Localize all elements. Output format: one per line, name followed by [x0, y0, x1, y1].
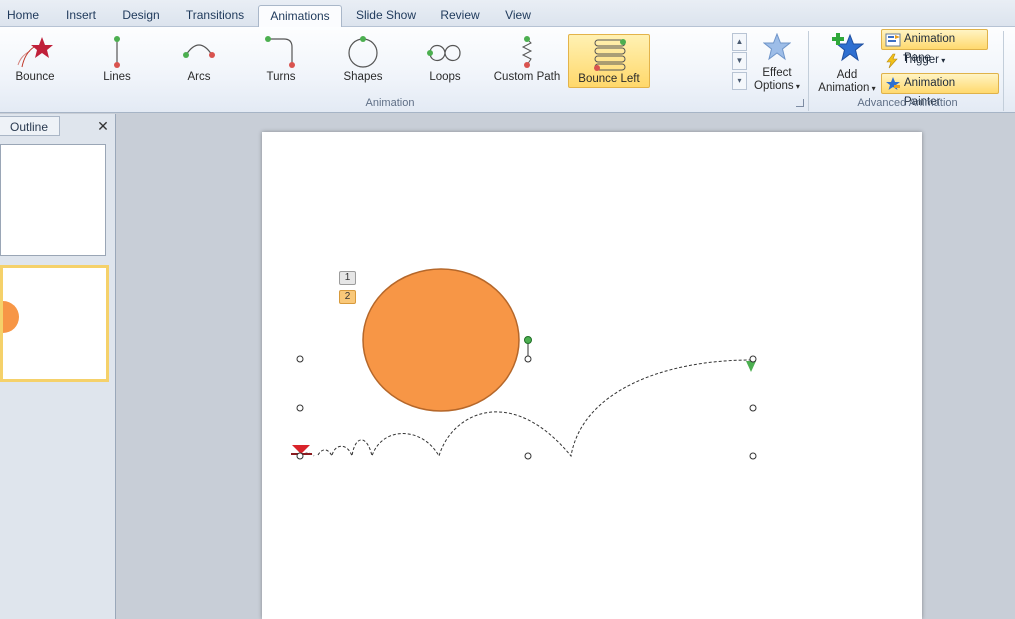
motion-path-start-marker [746, 361, 756, 372]
gallery-label-arcs: Arcs [187, 71, 211, 83]
trigger-button[interactable]: Trigger ▾ [881, 51, 961, 72]
effect-options-label-2: Options [754, 80, 794, 92]
circle-shape[interactable] [362, 268, 520, 412]
slides-outline-pane: Outline ✕ [0, 114, 116, 619]
group-label-animation: Animation [365, 97, 415, 109]
rotation-handle[interactable] [524, 336, 532, 344]
add-star-icon [832, 33, 864, 62]
add-animation-label-2-wrap: Animation ▾ [814, 82, 880, 94]
gallery-item-custom-path[interactable]: Custom Path [488, 33, 566, 87]
arcs-path-icon [183, 44, 215, 58]
effect-options-button[interactable]: Effect Options ▾ [752, 31, 802, 95]
tab-animations[interactable]: Animations [258, 5, 342, 28]
gallery-label-lines: Lines [103, 71, 131, 83]
group-label-advanced-animation: Advanced Animation [857, 97, 958, 109]
gallery-scroll-down[interactable]: ▼ [732, 52, 747, 70]
animation-pane-button[interactable]: Animation Pane [881, 29, 988, 64]
gallery-label-bounce-left: Bounce Left [578, 73, 640, 85]
dropdown-arrow-icon: ▾ [939, 56, 946, 65]
ribbon-panel: Bounce Lines Arcs Turns Shapes Loops Cus… [0, 27, 1015, 113]
gallery-scroll-up[interactable]: ▲ [732, 33, 747, 51]
animation-painter-button[interactable]: Animation Painter [881, 73, 999, 108]
close-icon[interactable]: ✕ [96, 118, 110, 135]
turns-path-icon [265, 36, 295, 68]
gallery-label-bounce: Bounce [15, 71, 55, 83]
add-animation-button[interactable]: Add Animation ▾ [814, 29, 880, 95]
motion-path-bounce-left[interactable] [299, 359, 752, 458]
gallery-label-shapes: Shapes [343, 71, 383, 83]
trigger-label: Trigger [903, 54, 939, 66]
gallery-label-turns: Turns [266, 71, 296, 83]
tab-view[interactable]: View [498, 5, 538, 27]
dropdown-arrow-icon: ▾ [793, 82, 800, 91]
tab-slide-show[interactable]: Slide Show [350, 5, 422, 27]
add-animation-label-1: Add [836, 69, 858, 81]
thumbnail-circle-shape [3, 301, 19, 333]
lightning-icon [886, 53, 898, 69]
slide-drawing [291, 268, 757, 460]
tab-review[interactable]: Review [434, 5, 486, 27]
slide[interactable]: 1 2 [262, 132, 922, 619]
shapes-path-icon [348, 36, 378, 68]
selection-handles[interactable] [296, 355, 757, 460]
effect-options-label-1: Effect [762, 67, 792, 79]
tab-insert[interactable]: Insert [56, 5, 106, 27]
group-separator [1003, 31, 1004, 111]
gallery-item-bounce-left[interactable]: Bounce Left [568, 34, 650, 88]
gallery-item-turns[interactable]: Turns [242, 33, 320, 87]
custom-path-icon [521, 36, 533, 68]
bounce-star-icon [17, 37, 53, 68]
group-separator [808, 31, 809, 111]
gallery-item-loops[interactable]: Loops [406, 33, 484, 87]
gallery-label-loops: Loops [429, 71, 461, 83]
star-icon [763, 33, 791, 61]
lines-path-icon [114, 36, 120, 68]
tab-design[interactable]: Design [114, 5, 168, 27]
slide-thumbnail-2[interactable] [0, 265, 109, 382]
animation-painter-icon [886, 77, 900, 90]
tab-transitions[interactable]: Transitions [178, 5, 252, 27]
gallery-item-lines[interactable]: Lines [78, 33, 156, 87]
tab-home[interactable]: Home [0, 5, 46, 27]
effect-options-label-2-wrap: Options ▾ [752, 80, 802, 92]
slide-thumbnail-1[interactable] [0, 144, 106, 256]
gallery-item-shapes[interactable]: Shapes [324, 33, 402, 87]
add-animation-label-2: Animation [818, 82, 870, 94]
animation-pane-icon [885, 33, 901, 47]
gallery-label-custom-path: Custom Path [493, 71, 561, 83]
tab-outline[interactable]: Outline [0, 116, 60, 136]
bounce-left-icon [594, 39, 626, 71]
dialog-launcher-icon[interactable] [796, 99, 804, 107]
gallery-item-bounce[interactable]: Bounce [0, 33, 74, 87]
dropdown-arrow-icon: ▾ [869, 84, 876, 93]
ribbon-tab-bar: Home Insert Design Transitions Animation… [0, 0, 1015, 28]
gallery-item-arcs[interactable]: Arcs [160, 33, 238, 87]
loops-path-icon [427, 44, 461, 62]
gallery-more[interactable]: ▾ [732, 72, 747, 90]
